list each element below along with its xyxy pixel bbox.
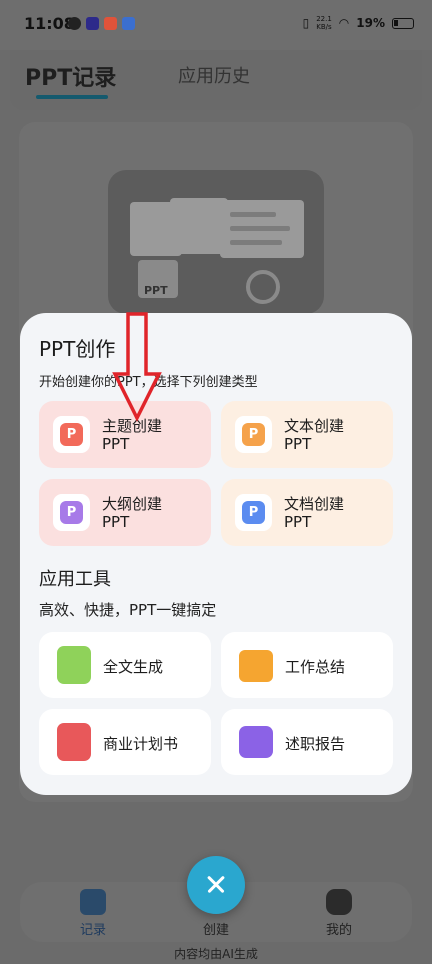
app-notification-icon <box>86 17 99 30</box>
option-document-create[interactable]: P 文档创建 PPT <box>221 479 393 546</box>
briefcase-icon <box>239 650 273 682</box>
battery-icon <box>392 17 414 29</box>
creation-title: PPT创作 <box>39 337 116 361</box>
tool-full-text[interactable]: 全文生成 <box>39 632 211 698</box>
vibrate-icon: ▯ <box>302 16 310 30</box>
tab-indicator <box>36 95 108 99</box>
p-icon: P <box>242 501 265 524</box>
close-create-button[interactable] <box>187 856 245 914</box>
tool-business-plan[interactable]: 商业计划书 <box>39 709 211 775</box>
profile-icon <box>326 889 352 915</box>
status-indicators: ▯ 22.1 KB/s ◠ 19% <box>303 15 414 31</box>
magnifier-icon <box>246 270 280 304</box>
chart-chat-icon <box>239 726 273 758</box>
nav-records[interactable]: 记录 <box>70 882 116 938</box>
folder-icon <box>80 889 106 915</box>
illustration-label: PPT <box>144 284 168 297</box>
wifi-icon: ◠ <box>338 16 350 30</box>
tool-job-report[interactable]: 述职报告 <box>221 709 393 775</box>
battery-text: 19% <box>356 16 385 30</box>
network-speed: 22.1 KB/s <box>316 15 332 31</box>
tab-app-history[interactable]: 应用历史 <box>178 62 250 88</box>
option-text-create[interactable]: P 文本创建 PPT <box>221 401 393 468</box>
red-arrow-annotation <box>112 312 162 422</box>
ppt-create-sheet: PPT创作 开始创建你的PPT，选择下列创建类型 P 主题创建 PPT P 文本… <box>20 313 412 795</box>
p-icon: P <box>60 501 83 524</box>
p-icon: P <box>60 423 83 446</box>
tab-ppt-records[interactable]: PPT记录 <box>25 60 116 92</box>
book-icon <box>57 723 91 761</box>
ai-disclaimer: 内容均由AI生成 <box>174 947 258 961</box>
tools-title: 应用工具 <box>39 569 111 590</box>
option-outline-create[interactable]: P 大纲创建 PPT <box>39 479 211 546</box>
app-notification-icon <box>122 17 135 30</box>
app-notification-icon <box>68 17 81 30</box>
tool-work-summary[interactable]: 工作总结 <box>221 632 393 698</box>
app-notification-icon <box>104 17 117 30</box>
empty-state-illustration: PPT <box>108 170 324 314</box>
p-icon: P <box>242 423 265 446</box>
status-bar: 11:08 ▯ 22.1 KB/s ◠ 19% <box>0 0 432 50</box>
nav-mine[interactable]: 我的 <box>316 882 362 938</box>
document-icon <box>57 646 91 684</box>
tools-subtitle: 高效、快捷，PPT一键搞定 <box>39 601 217 619</box>
